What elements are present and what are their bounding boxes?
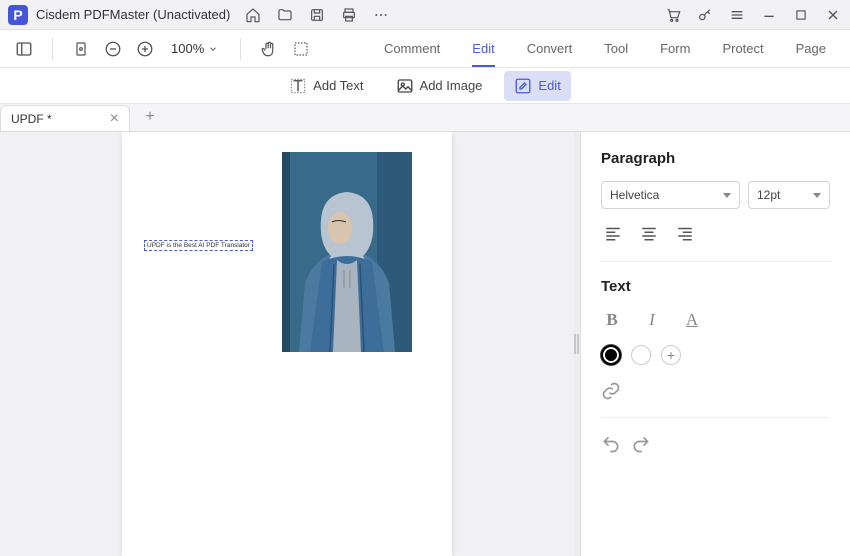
app-logo: P	[8, 5, 28, 25]
new-tab-button[interactable]: +	[138, 105, 162, 129]
link-icon[interactable]	[601, 381, 830, 401]
save-icon[interactable]	[308, 6, 326, 24]
add-color-button[interactable]: +	[661, 345, 681, 365]
edit-pencil-icon	[514, 77, 532, 95]
tab-form[interactable]: Form	[660, 30, 690, 67]
tab-edit[interactable]: Edit	[472, 30, 494, 67]
edit-sub-toolbar: Add Text Add Image Edit	[0, 68, 850, 104]
main-toolbar: 100% Comment Edit Convert Tool Form Prot…	[0, 30, 850, 68]
close-icon[interactable]	[824, 6, 842, 24]
file-tab-close-icon[interactable]: ×	[110, 111, 119, 127]
align-right-icon[interactable]	[673, 221, 697, 245]
paragraph-heading: Paragraph	[601, 150, 830, 167]
zoom-in-icon[interactable]	[135, 39, 155, 59]
font-family-select[interactable]: Helvetica	[601, 181, 740, 209]
zoom-dropdown[interactable]: 100%	[167, 41, 222, 56]
add-image-button[interactable]: Add Image	[386, 71, 493, 101]
align-left-icon[interactable]	[601, 221, 625, 245]
tab-page[interactable]: Page	[796, 30, 826, 67]
file-tab[interactable]: UPDF * ×	[0, 105, 130, 131]
add-text-icon	[289, 77, 307, 95]
zoom-out-icon[interactable]	[103, 39, 123, 59]
add-image-icon	[396, 77, 414, 95]
font-size-select[interactable]: 12pt	[748, 181, 830, 209]
print-icon[interactable]	[340, 6, 358, 24]
open-folder-icon[interactable]	[276, 6, 294, 24]
align-center-icon[interactable]	[637, 221, 661, 245]
add-text-button[interactable]: Add Text	[279, 71, 373, 101]
tab-convert[interactable]: Convert	[527, 30, 573, 67]
pdf-page[interactable]: UPDF is the Best AI PDF Translator	[122, 132, 452, 556]
tab-tool[interactable]: Tool	[604, 30, 628, 67]
maximize-icon[interactable]	[792, 6, 810, 24]
underline-button[interactable]: A	[681, 309, 703, 331]
canvas[interactable]: UPDF is the Best AI PDF Translator	[0, 132, 574, 556]
menu-icon[interactable]	[728, 6, 746, 24]
file-tab-label: UPDF *	[11, 112, 52, 126]
document-image[interactable]	[282, 152, 412, 352]
italic-button[interactable]: I	[641, 309, 663, 331]
properties-panel: Paragraph Helvetica 12pt Text B I A +	[580, 132, 850, 556]
tab-protect[interactable]: Protect	[722, 30, 763, 67]
minimize-icon[interactable]	[760, 6, 778, 24]
sidebar-toggle-icon[interactable]	[14, 39, 34, 59]
color-none[interactable]	[631, 345, 651, 365]
redo-icon[interactable]	[631, 434, 651, 454]
bold-button[interactable]: B	[601, 309, 623, 331]
cart-icon[interactable]	[664, 6, 682, 24]
panel-resize-handle[interactable]	[574, 132, 580, 556]
select-tool-icon[interactable]	[291, 39, 311, 59]
fit-page-icon[interactable]	[71, 39, 91, 59]
home-icon[interactable]	[244, 6, 262, 24]
hand-tool-icon[interactable]	[259, 39, 279, 59]
color-black[interactable]	[601, 345, 621, 365]
key-icon[interactable]	[696, 6, 714, 24]
title-bar: P Cisdem PDFMaster (Unactivated)	[0, 0, 850, 30]
tab-comment[interactable]: Comment	[384, 30, 440, 67]
editable-text-box[interactable]: UPDF is the Best AI PDF Translator	[144, 240, 253, 251]
edit-button[interactable]: Edit	[504, 71, 570, 101]
more-icon[interactable]	[372, 6, 390, 24]
file-tab-strip: UPDF * × +	[0, 104, 850, 132]
text-heading: Text	[601, 278, 830, 295]
app-title: Cisdem PDFMaster (Unactivated)	[36, 7, 230, 22]
undo-icon[interactable]	[601, 434, 621, 454]
